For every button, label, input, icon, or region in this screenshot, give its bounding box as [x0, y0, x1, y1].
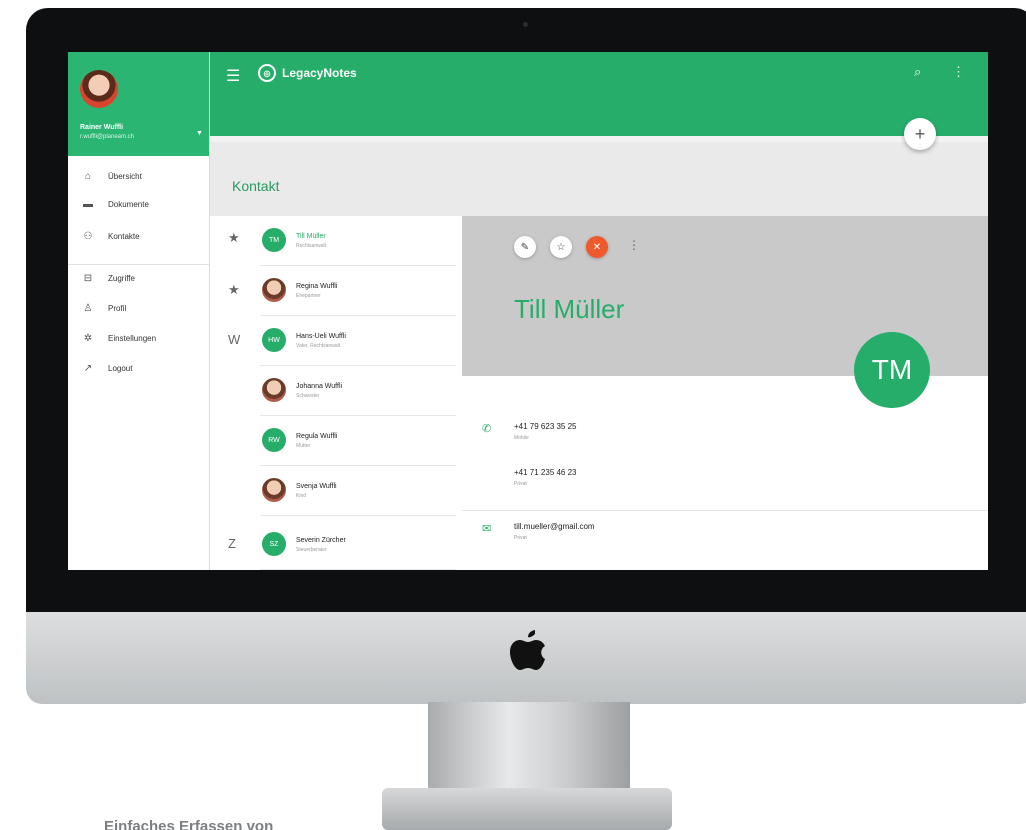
user-avatar[interactable]: [80, 70, 118, 108]
contact-avatar: SZ: [262, 532, 286, 556]
contact-avatar: HW: [262, 328, 286, 352]
lock-icon: ⊟: [83, 272, 93, 284]
more-vert-icon[interactable]: ⋮: [952, 64, 965, 80]
person-icon: ♙: [83, 302, 93, 314]
contact-list: ★ TM Till Müller Rechtsanwalt ★ Regina W…: [210, 216, 462, 570]
email-icon: ✉: [482, 523, 492, 535]
people-icon: ⚇: [83, 230, 93, 242]
nav-item-zugriffe[interactable]: ⊟ Zugriffe: [68, 264, 210, 292]
nav-label: Übersicht: [108, 171, 142, 181]
favorite-star-icon: ★: [228, 230, 240, 245]
contact-name: Regina Wuffli: [296, 283, 338, 290]
contact-detail: ✎ ☆ ✕ ⋮ Till Müller TM ✆ +41 79 623 35 2…: [462, 216, 988, 570]
nav-label: Profil: [108, 303, 127, 313]
phone-private-label: Privat: [514, 481, 527, 487]
contact-name: Severin Zürcher: [296, 537, 346, 544]
section-header: [210, 142, 988, 216]
phone-icon: ✆: [482, 423, 492, 435]
contact-name: Svenja Wuffli: [296, 483, 337, 490]
nav-item-uebersicht[interactable]: ⌂ Übersicht: [68, 162, 210, 190]
user-name: Rainer Wuffli: [80, 124, 124, 131]
contact-avatar: [262, 378, 286, 402]
app-brand: ◎ LegacyNotes: [258, 64, 357, 82]
gear-icon: ✲: [83, 332, 93, 344]
nav-item-einstellungen[interactable]: ✲ Einstellungen: [68, 324, 210, 352]
account-dropdown-icon[interactable]: ▼: [196, 130, 203, 137]
contact-item-till-mueller[interactable]: TM Till Müller Rechtsanwalt: [260, 216, 456, 266]
more-vert-icon[interactable]: ⋮: [628, 238, 640, 252]
caption-text: Einfaches Erfassen von: [104, 818, 274, 830]
logout-arrow-icon: ↗: [83, 362, 93, 374]
imac-stand-foot: [382, 788, 672, 830]
nav-item-kontakte[interactable]: ⚇ Kontakte: [68, 222, 210, 250]
nav-item-profil[interactable]: ♙ Profil: [68, 294, 210, 322]
user-email: r.wuffli@planeam.ch: [80, 134, 135, 140]
section-title: Kontakt: [232, 178, 280, 194]
nav-item-logout[interactable]: ↗ Logout: [68, 354, 210, 382]
nav-label: Zugriffe: [108, 273, 135, 283]
contact-item-johanna-wuffli[interactable]: Johanna Wuffli Schwester: [260, 366, 456, 416]
contact-item-regula-wuffli[interactable]: RW Regula Wuffli Mutter: [260, 416, 456, 466]
contact-item-hans-ueli-wuffli[interactable]: HW Hans-Ueli Wuffli Vater, Rechtsanwalt: [260, 316, 456, 366]
contact-item-severin-zuercher[interactable]: SZ Severin Zürcher Steuerberater: [260, 520, 456, 570]
contact-avatar: RW: [262, 428, 286, 452]
contact-name: Till Müller: [296, 233, 326, 240]
email-label: Privat: [514, 535, 527, 541]
app-logo-icon: ◎: [258, 64, 276, 82]
contact-role: Rechtsanwalt: [296, 243, 327, 249]
email-value[interactable]: till.mueller@gmail.com: [514, 522, 595, 531]
group-letter: W: [228, 332, 241, 347]
contact-item-svenja-wuffli[interactable]: Svenja Wuffli Kind: [260, 466, 456, 516]
contact-name: Johanna Wuffli: [296, 383, 343, 390]
star-outline-icon[interactable]: ☆: [550, 236, 572, 258]
nav-label: Dokumente: [108, 199, 149, 209]
apple-logo-icon: [510, 630, 545, 670]
phone-mobile-value[interactable]: +41 79 623 35 25: [514, 422, 577, 431]
app-name: LegacyNotes: [282, 66, 357, 80]
phone-mobile-label: Mobile: [514, 435, 529, 441]
close-icon[interactable]: ✕: [586, 236, 608, 258]
search-icon[interactable]: ⌕: [914, 64, 921, 80]
folder-icon: ▬: [83, 198, 93, 210]
home-icon: ⌂: [84, 170, 92, 182]
nav-item-dokumente[interactable]: ▬ Dokumente: [68, 190, 210, 218]
nav-label: Logout: [108, 363, 133, 373]
favorite-star-icon: ★: [228, 282, 240, 297]
nav-label: Einstellungen: [108, 333, 157, 343]
contact-avatar: TM: [262, 228, 286, 252]
contact-name: Regula Wuffli: [296, 433, 338, 440]
contact-role: Kind: [296, 493, 307, 499]
contact-role: Mutter: [296, 443, 311, 449]
detail-avatar: TM: [854, 332, 930, 408]
phone-private-value[interactable]: +41 71 235 46 23: [514, 468, 577, 477]
imac-stand-neck: [428, 702, 630, 798]
nav-drawer: Rainer Wuffli r.wuffli@planeam.ch ▼ ⌂ Üb…: [68, 52, 210, 570]
menu-icon[interactable]: ☰: [226, 66, 240, 86]
contact-role: Ehepartner: [296, 293, 321, 299]
contact-role: Vater, Rechtsanwalt: [296, 343, 341, 349]
contact-name: Hans-Ueli Wuffli: [296, 333, 346, 340]
app-screen: ☰ ◎ LegacyNotes ⌕ ⋮ Rainer Wuffli r.wuff…: [68, 52, 988, 570]
contact-role: Steuerberater: [296, 547, 327, 553]
detail-contact-name: Till Müller: [514, 294, 625, 324]
contact-role: Schwester: [296, 393, 320, 399]
contact-avatar: [262, 278, 286, 302]
add-button[interactable]: +: [904, 118, 936, 150]
contact-item-regina-wuffli[interactable]: Regina Wuffli Ehepartner: [260, 266, 456, 316]
contact-avatar: [262, 478, 286, 502]
drawer-header: Rainer Wuffli r.wuffli@planeam.ch ▼: [68, 52, 209, 156]
edit-pencil-icon[interactable]: ✎: [514, 236, 536, 258]
field-divider: [462, 510, 988, 511]
stage: Einfaches Erfassen von ☰ ◎ LegacyNotes ⌕…: [0, 0, 1026, 830]
nav-label: Kontakte: [108, 231, 140, 241]
camera-icon: [523, 22, 528, 27]
group-letter: Z: [228, 536, 236, 551]
